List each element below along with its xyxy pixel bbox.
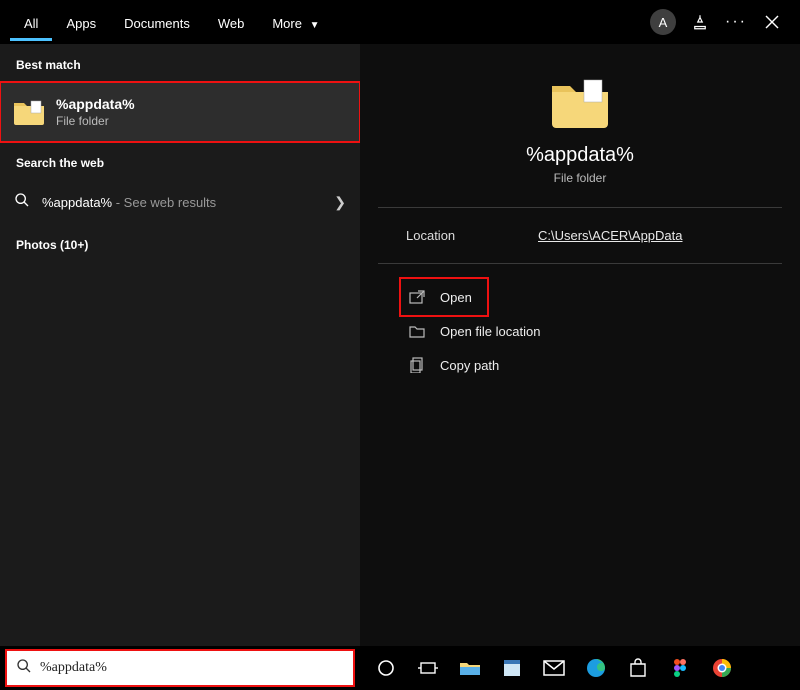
web-result-suffix: - See web results [112, 195, 216, 210]
search-web-heading: Search the web [0, 142, 360, 180]
edge-icon[interactable] [578, 650, 614, 686]
folder-icon [548, 74, 612, 130]
tab-all[interactable]: All [10, 4, 52, 41]
best-match-result[interactable]: %appdata% File folder [0, 82, 360, 142]
detail-subtitle: File folder [554, 171, 607, 185]
action-copy-path[interactable]: Copy path [402, 348, 782, 382]
folder-outline-icon [406, 322, 428, 340]
best-match-heading: Best match [0, 44, 360, 82]
web-result[interactable]: %appdata% - See web results ❯ [0, 180, 360, 224]
file-explorer-icon[interactable] [452, 650, 488, 686]
action-copy-path-label: Copy path [440, 358, 499, 373]
photos-heading[interactable]: Photos (10+) [0, 224, 360, 262]
tab-more-label: More [272, 16, 302, 31]
search-icon [16, 658, 32, 679]
chrome-icon[interactable] [704, 650, 740, 686]
tab-apps[interactable]: Apps [52, 4, 110, 41]
more-options-icon[interactable]: ··· [718, 4, 754, 40]
taskbar-app-notepad-icon[interactable] [494, 650, 530, 686]
mail-icon[interactable] [536, 650, 572, 686]
web-result-query: %appdata% [42, 195, 112, 210]
tab-documents[interactable]: Documents [110, 4, 204, 41]
task-view-icon[interactable] [410, 650, 446, 686]
action-open-file-location[interactable]: Open file location [402, 314, 782, 348]
action-open[interactable]: Open [402, 280, 486, 314]
tab-web[interactable]: Web [204, 4, 259, 41]
feedback-icon[interactable] [682, 4, 718, 40]
folder-icon [12, 97, 46, 127]
best-match-subtitle: File folder [56, 114, 135, 128]
detail-title: %appdata% [526, 144, 634, 167]
search-input[interactable]: %appdata% [6, 650, 354, 686]
close-icon[interactable] [754, 4, 790, 40]
copy-icon [406, 356, 428, 374]
action-open-label: Open [440, 290, 472, 305]
location-key: Location [378, 228, 538, 243]
tab-more[interactable]: More ▼ [258, 4, 333, 41]
search-input-value: %appdata% [40, 660, 107, 676]
best-match-title: %appdata% [56, 96, 135, 112]
store-icon[interactable] [620, 650, 656, 686]
location-value[interactable]: C:\Users\ACER\AppData [538, 228, 683, 243]
avatar-letter: A [659, 15, 668, 30]
search-icon [14, 192, 32, 213]
chevron-down-icon: ▼ [310, 20, 320, 31]
figma-icon[interactable] [662, 650, 698, 686]
action-open-file-location-label: Open file location [440, 324, 540, 339]
open-icon [406, 288, 428, 306]
cortana-icon[interactable] [368, 650, 404, 686]
chevron-right-icon: ❯ [334, 194, 346, 211]
account-avatar[interactable]: A [650, 9, 676, 35]
